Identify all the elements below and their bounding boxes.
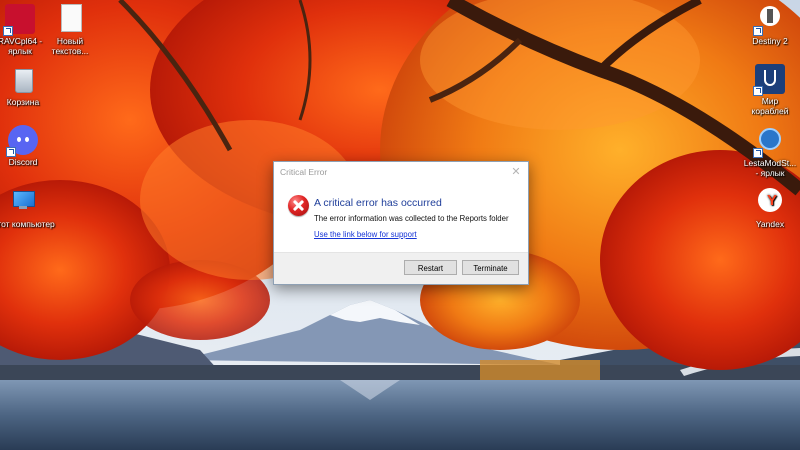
- desktop-icon-label: Этот компьютер: [0, 219, 55, 229]
- dialog-body: A critical error has occurred The error …: [274, 182, 528, 254]
- support-link[interactable]: Use the link below for support: [314, 230, 417, 239]
- desktop-icon-label: Мир кораблей: [751, 96, 789, 116]
- mir-korabley-icon: [753, 64, 785, 96]
- desktop-icon-this-pc[interactable]: Этот компьютер: [0, 187, 58, 229]
- shortcut-arrow-icon: [3, 26, 13, 36]
- error-message: The error information was collected to t…: [314, 214, 509, 223]
- desktop-icon-label: Discord: [8, 157, 38, 167]
- desktop-icon-label: Destiny 2: [752, 36, 788, 46]
- shortcut-arrow-icon: [753, 26, 763, 36]
- dialog-footer: Restart Terminate: [274, 252, 528, 284]
- desktop-icon-yandex[interactable]: Y Yandex: [735, 187, 800, 229]
- recycle-bin-icon: [8, 65, 38, 95]
- speaker-app-icon: [3, 4, 35, 36]
- shortcut-arrow-icon: [6, 147, 16, 157]
- desktop-icon-label: Новый текстов...: [51, 36, 89, 56]
- shortcut-arrow-icon: [753, 86, 763, 96]
- desktop-icon-new-text-file[interactable]: Новый текстов...: [35, 4, 105, 56]
- desktop-icon-destiny-2[interactable]: Destiny 2: [735, 4, 800, 46]
- computer-icon: [8, 187, 38, 217]
- yandex-icon: Y: [755, 187, 785, 217]
- discord-icon: [6, 125, 38, 157]
- terminate-button[interactable]: Terminate: [462, 260, 519, 275]
- close-icon[interactable]: ✕: [508, 164, 524, 180]
- desktop-icon-label: LestaModSt... - ярлык: [743, 158, 797, 178]
- destiny-icon: [753, 4, 785, 36]
- error-heading: A critical error has occurred: [314, 197, 442, 209]
- dialog-title: Critical Error: [280, 167, 328, 177]
- critical-error-dialog: Critical Error ✕ A critical error has oc…: [273, 161, 529, 285]
- desktop-icon-label: Корзина: [6, 97, 40, 107]
- restart-button[interactable]: Restart: [404, 260, 457, 275]
- lesta-mod-station-icon: [753, 126, 785, 158]
- desktop-icon-mir-korabley[interactable]: Мир кораблей: [735, 64, 800, 116]
- desktop-icon-lestamodstation[interactable]: LestaModSt... - ярлык: [735, 126, 800, 178]
- desktop-icon-discord[interactable]: Discord: [0, 125, 58, 167]
- dialog-titlebar[interactable]: Critical Error ✕: [274, 162, 528, 182]
- shortcut-arrow-icon: [753, 148, 763, 158]
- desktop-icon-recycle-bin[interactable]: Корзина: [0, 65, 58, 107]
- error-icon: [288, 195, 309, 216]
- text-file-icon: [55, 4, 85, 34]
- desktop-icon-label: Yandex: [755, 219, 785, 229]
